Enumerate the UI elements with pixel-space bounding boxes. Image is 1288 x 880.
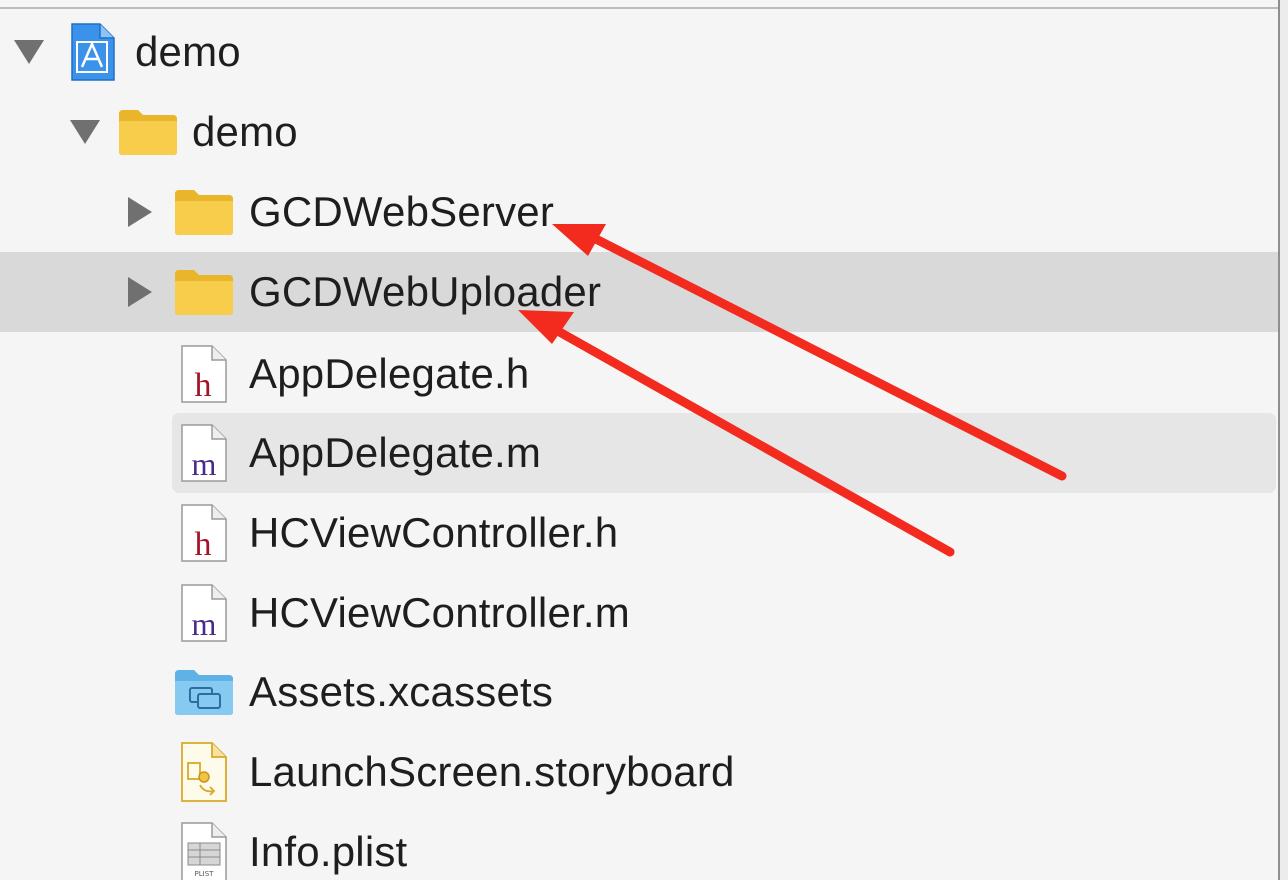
tree-item-label: Assets.xcassets xyxy=(249,668,554,715)
header-file-glyph: h xyxy=(195,526,212,563)
tree-row-project[interactable]: demo xyxy=(0,12,1278,92)
tree-row-file-appdelegate-m[interactable]: m AppDelegate.m xyxy=(172,413,1276,493)
disclosure-collapsed-icon[interactable] xyxy=(128,197,152,227)
tree-row-storyboard[interactable]: LaunchScreen.storyboard xyxy=(0,732,1278,812)
tree-row-plist[interactable]: PLIST Info.plist xyxy=(0,812,1278,880)
xcode-project-icon xyxy=(71,23,115,81)
tree-row-file-hcviewcontroller-m[interactable]: m HCViewController.m xyxy=(0,573,1278,653)
plist-file-icon: PLIST xyxy=(181,822,227,880)
plist-file-glyph: PLIST xyxy=(195,870,215,878)
tree-item-label: demo xyxy=(135,28,241,75)
disclosure-expanded-icon[interactable] xyxy=(70,120,100,144)
tree-row-file-hcviewcontroller-h[interactable]: h HCViewController.h xyxy=(0,493,1278,573)
tree-item-label: AppDelegate.m xyxy=(249,429,542,476)
disclosure-expanded-icon[interactable] xyxy=(14,40,44,64)
disclosure-collapsed-icon[interactable] xyxy=(128,277,152,307)
navigator-right-edge xyxy=(1278,0,1288,880)
implementation-file-icon: m xyxy=(181,584,227,642)
implementation-file-glyph: m xyxy=(192,606,217,642)
tree-row-folder-demo[interactable]: demo xyxy=(0,92,1278,172)
folder-icon xyxy=(175,190,233,235)
tree-row-asset-catalog[interactable]: Assets.xcassets xyxy=(0,652,1278,732)
tree-item-label: LaunchScreen.storyboard xyxy=(249,748,735,795)
project-navigator: demo demo GCDWebServer GCDWebUploader h … xyxy=(0,0,1288,880)
implementation-file-glyph: m xyxy=(192,446,217,482)
tree-item-label: GCDWebServer xyxy=(249,188,555,235)
header-file-glyph: h xyxy=(195,367,212,404)
tree-item-label: demo xyxy=(192,108,298,155)
header-file-icon: h xyxy=(181,504,227,563)
storyboard-icon xyxy=(181,742,227,802)
tree-item-label: GCDWebUploader xyxy=(249,268,602,315)
tree-item-label: AppDelegate.h xyxy=(249,350,530,397)
folder-icon xyxy=(119,110,177,155)
tree-item-label: HCViewController.h xyxy=(249,509,619,556)
asset-catalog-icon xyxy=(175,670,233,715)
tree-item-label: Info.plist xyxy=(249,828,408,875)
tree-row-file-appdelegate-h[interactable]: h AppDelegate.h xyxy=(0,334,1278,414)
implementation-file-icon: m xyxy=(181,424,227,482)
header-file-icon: h xyxy=(181,345,227,404)
tree-item-label: HCViewController.m xyxy=(249,589,630,636)
tree-row-folder-gcdwebserver[interactable]: GCDWebServer xyxy=(0,172,1278,252)
tree-row-folder-gcdwebuploader[interactable]: GCDWebUploader xyxy=(0,252,1280,332)
navigator-top-border xyxy=(0,0,1288,9)
folder-icon xyxy=(175,270,233,315)
